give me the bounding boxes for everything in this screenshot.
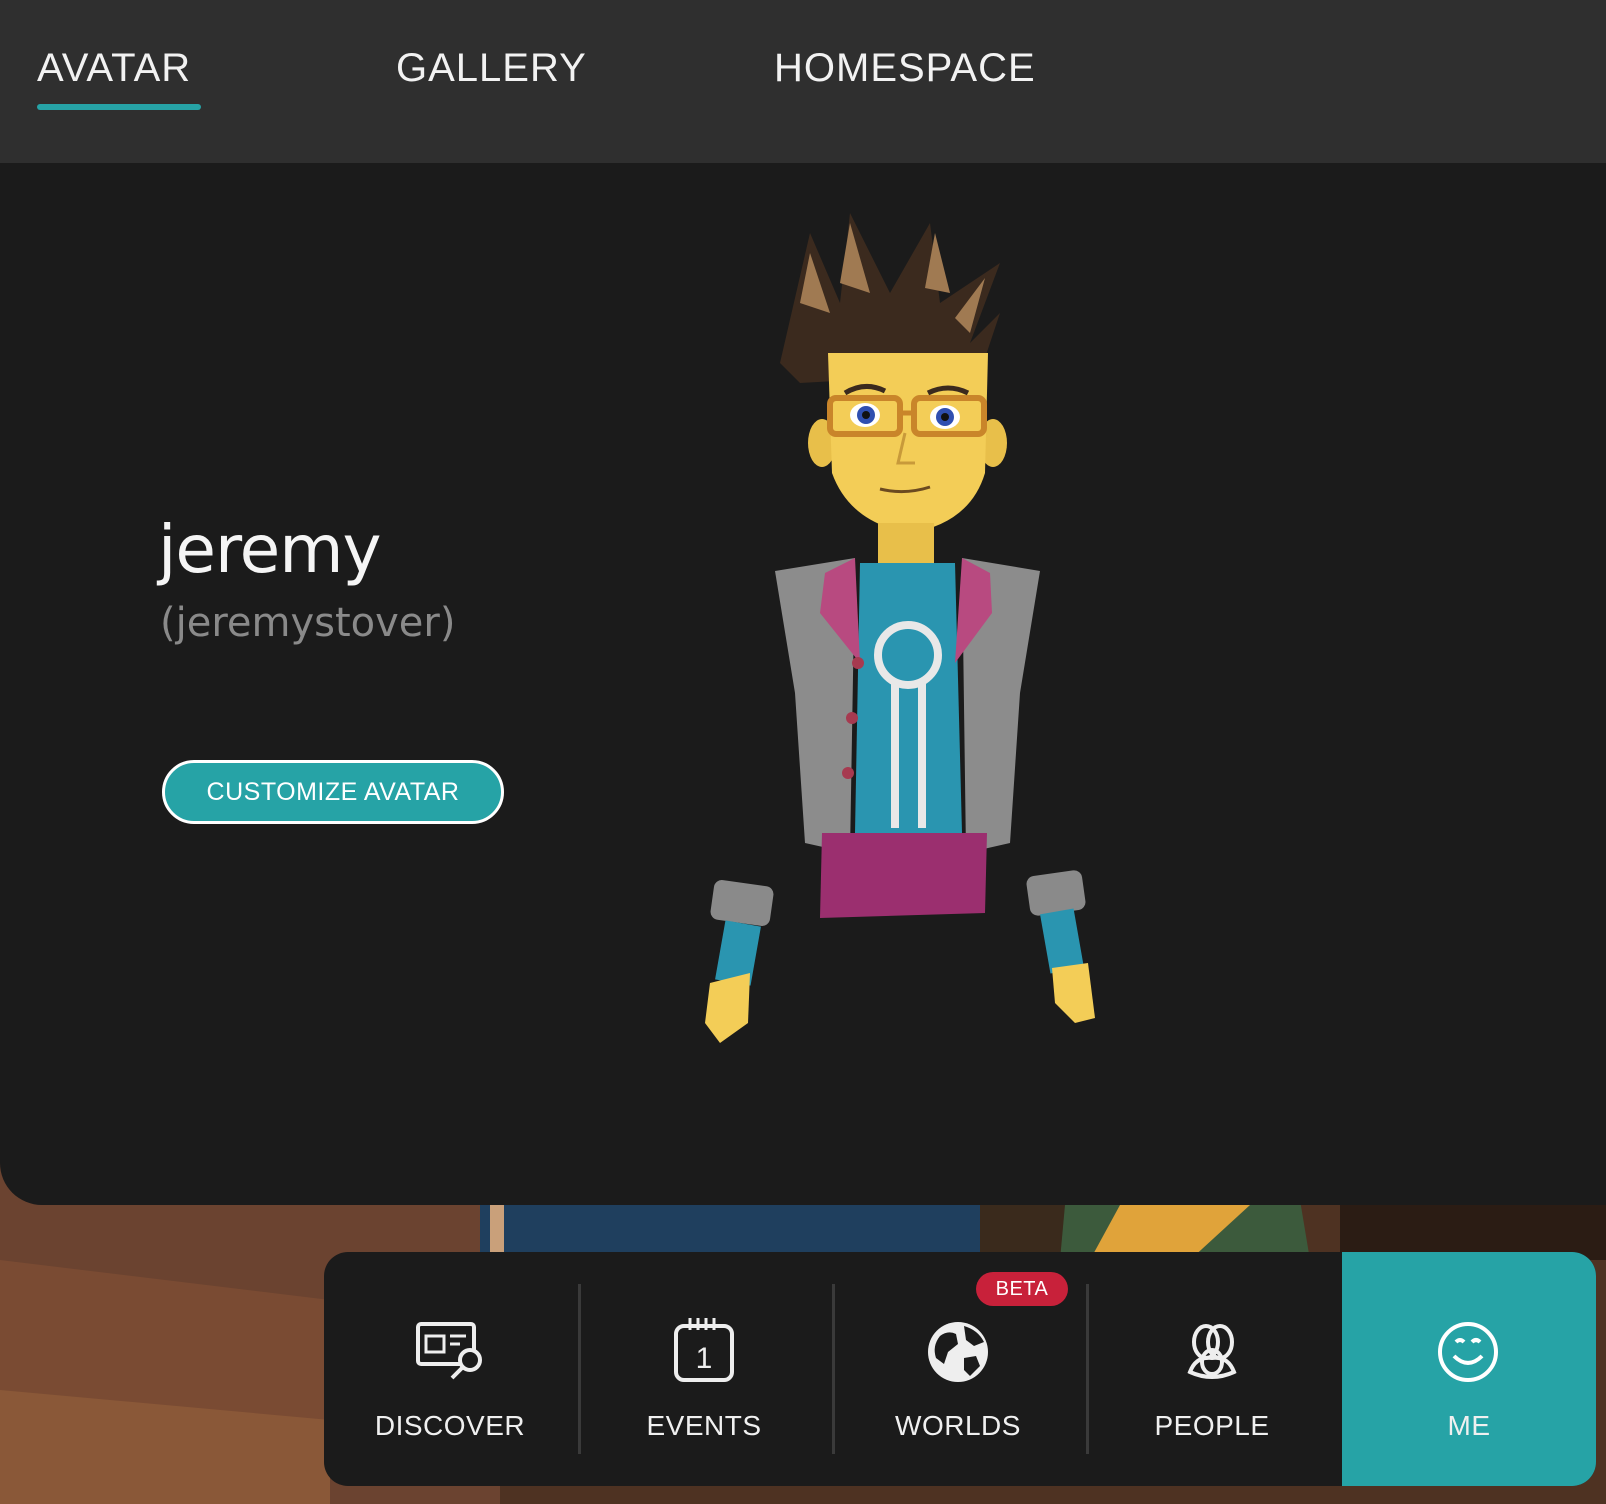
nav-label-people: PEOPLE bbox=[1154, 1410, 1270, 1441]
customize-avatar-button[interactable]: CUSTOMIZE AVATAR bbox=[162, 760, 504, 824]
avatar-panel: jeremy (jeremystover) CUSTOMIZE AVATAR bbox=[0, 163, 1606, 1205]
tab-gallery[interactable]: GALLERY bbox=[396, 46, 587, 91]
beta-badge: BETA bbox=[976, 1272, 1068, 1306]
nav-label-events: EVENTS bbox=[646, 1410, 762, 1441]
discover-icon bbox=[416, 1322, 482, 1380]
nav-people[interactable]: PEOPLE bbox=[1086, 1252, 1338, 1486]
nav-label-discover: DISCOVER bbox=[374, 1410, 526, 1441]
tab-homespace[interactable]: HOMESPACE bbox=[774, 46, 1036, 91]
top-tab-bar: AVATAR GALLERY HOMESPACE bbox=[0, 0, 1606, 163]
calendar-icon: 1 bbox=[674, 1318, 734, 1382]
globe-icon bbox=[928, 1322, 988, 1382]
username: (jeremystover) bbox=[160, 600, 456, 646]
display-name: jeremy bbox=[158, 511, 382, 588]
nav-label-worlds: WORLDS bbox=[895, 1410, 1021, 1441]
nav-events[interactable]: 1 EVENTS bbox=[578, 1252, 830, 1486]
avatar-preview bbox=[705, 213, 1095, 1043]
svg-text:1: 1 bbox=[696, 1342, 713, 1375]
nav-discover[interactable]: DISCOVER bbox=[324, 1252, 576, 1486]
nav-label-me: ME bbox=[1447, 1410, 1491, 1441]
nav-me[interactable]: ME bbox=[1342, 1252, 1596, 1486]
smiley-icon bbox=[1438, 1322, 1498, 1382]
bottom-navigation: DISCOVER 1 EVENTS WORLDS PEOPLE ME BETA bbox=[324, 1252, 1596, 1486]
people-icon bbox=[1187, 1324, 1237, 1379]
tab-avatar[interactable]: AVATAR bbox=[37, 46, 191, 91]
active-tab-indicator bbox=[37, 104, 201, 110]
